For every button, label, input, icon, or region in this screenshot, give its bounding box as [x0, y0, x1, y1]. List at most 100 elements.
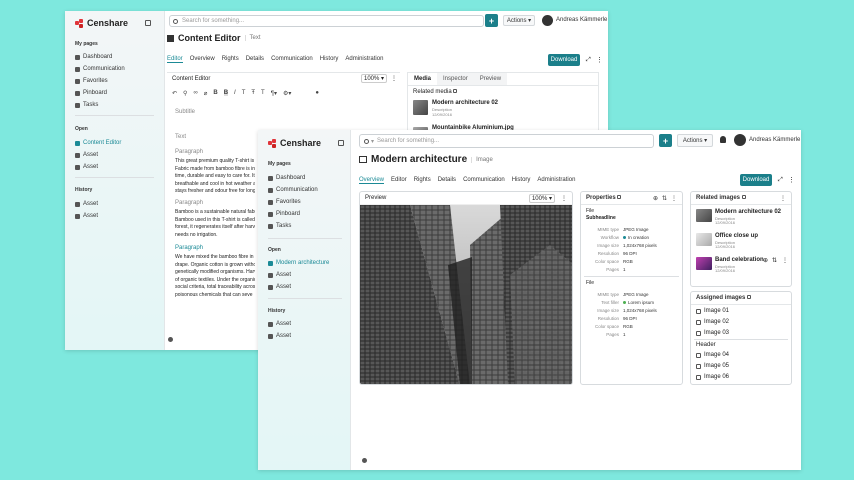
sidebar-open-content-editor[interactable]: Content Editor	[75, 140, 121, 146]
paragraph-text[interactable]: We have mixed the bamboo fibre in t drape…	[175, 254, 255, 299]
sidebar-history-asset-2[interactable]: Asset	[75, 213, 98, 219]
avatar[interactable]	[542, 15, 553, 26]
user-name[interactable]: Andreas Kämmerle	[556, 17, 607, 23]
tab-administration[interactable]: Administration	[345, 56, 383, 63]
paragraph-icon[interactable]: ¶▾	[271, 90, 277, 97]
sidebar-open-asset-1[interactable]: Asset	[75, 152, 98, 158]
more-icon[interactable]: ⋮	[596, 56, 603, 64]
zoom-select[interactable]: 100% ▾	[528, 193, 555, 203]
download-button[interactable]: Download	[548, 54, 580, 66]
sidebar-open-modern-architecture[interactable]: Modern architecture	[268, 260, 329, 266]
bell-icon[interactable]	[720, 136, 726, 143]
list-item[interactable]: Band celebration Description 12/09/2016 …	[696, 257, 790, 275]
tab-history[interactable]: History	[320, 56, 339, 63]
list-item[interactable]: Modern architecture 02 Description 12/09…	[696, 209, 790, 227]
tab-preview[interactable]: Preview	[473, 73, 508, 85]
gear-icon[interactable]: ⚙▾	[283, 90, 291, 97]
unlink-icon[interactable]: ⌀	[204, 90, 208, 97]
sidebar-toggle-icon[interactable]	[145, 20, 151, 26]
related-media-title: Related media	[413, 89, 458, 95]
expand-icon[interactable]: ⤢	[586, 57, 591, 64]
subscript-icon[interactable]: T	[242, 90, 246, 96]
pin-icon[interactable]	[362, 458, 367, 463]
tab-overview[interactable]: Overview	[359, 177, 385, 184]
sidebar-toggle-icon[interactable]	[338, 140, 344, 146]
subtitle-field[interactable]: Subtitle	[175, 109, 195, 115]
superscript-icon[interactable]: T	[261, 90, 265, 96]
tab-rights[interactable]: Rights	[222, 56, 239, 63]
link-icon[interactable]: ⚲	[183, 90, 187, 97]
actions-button[interactable]: Actions ▾	[503, 15, 535, 26]
sidebar-item-pinboard[interactable]: Pinboard	[268, 211, 300, 217]
sidebar-item-dashboard[interactable]: Dashboard	[268, 175, 305, 181]
user-name[interactable]: Andreas Kämmerle	[749, 137, 800, 143]
more-icon[interactable]: ⋮	[782, 257, 788, 264]
sidebar-open-asset-1[interactable]: Asset	[268, 272, 291, 278]
tab-rights[interactable]: Rights	[414, 177, 431, 184]
list-item[interactable]: Image 06	[696, 374, 729, 380]
sidebar-item-favorites[interactable]: Favorites	[75, 78, 108, 84]
tab-communication[interactable]: Communication	[271, 56, 313, 63]
list-item[interactable]: Image 02	[696, 319, 729, 325]
more-icon[interactable]: ⋮	[561, 195, 567, 202]
list-item[interactable]: Image 04	[696, 352, 729, 358]
expand-icon[interactable]: ⤢	[778, 177, 783, 184]
tab-overview[interactable]: Overview	[190, 56, 215, 63]
sidebar-item-pinboard[interactable]: Pinboard	[75, 90, 107, 96]
search-input[interactable]: Search for something...	[169, 15, 484, 27]
tab-media[interactable]: Media	[408, 73, 437, 85]
bold-icon[interactable]: B	[213, 90, 217, 96]
sidebar-open-asset-2[interactable]: Asset	[75, 164, 98, 170]
sidebar-item-communication[interactable]: Communication	[268, 187, 318, 193]
tab-administration[interactable]: Administration	[537, 177, 575, 184]
brand-logo[interactable]: Censhare	[75, 18, 128, 28]
tab-details[interactable]: Details	[438, 177, 456, 184]
link-icon[interactable]: ∞	[193, 90, 197, 96]
preview-image[interactable]	[360, 205, 573, 385]
bold-icon[interactable]: B	[223, 90, 229, 96]
sidebar-item-tasks[interactable]: Tasks	[268, 223, 291, 229]
add-icon[interactable]: ⊕	[653, 195, 658, 202]
sidebar-item-favorites[interactable]: Favorites	[268, 199, 301, 205]
sidebar-item-dashboard[interactable]: Dashboard	[75, 54, 112, 60]
list-item[interactable]: Office close up Description 12/09/2016	[696, 233, 790, 251]
list-item[interactable]: Modern architecture 02 Description 12/09…	[413, 100, 593, 118]
sidebar-item-tasks[interactable]: Tasks	[75, 102, 98, 108]
list-item[interactable]: Image 01	[696, 308, 729, 314]
sidebar-history-asset-1[interactable]: Asset	[268, 321, 291, 327]
ok-icon[interactable]: ●	[315, 90, 319, 96]
paragraph-text[interactable]: Bamboo is a sustainable natural fabr Bamb…	[175, 209, 255, 239]
download-button[interactable]: Download	[740, 174, 772, 186]
sort-icon[interactable]: ⇅	[772, 257, 777, 264]
sidebar-open-asset-2[interactable]: Asset	[268, 284, 291, 290]
strikethrough-icon[interactable]: Ŧ	[251, 90, 255, 96]
add-button[interactable]: +	[485, 14, 498, 27]
list-item[interactable]: Image 05	[696, 363, 729, 369]
add-icon[interactable]: ⊕	[763, 257, 768, 264]
more-icon[interactable]: ⋮	[391, 75, 397, 82]
italic-icon[interactable]: I	[234, 90, 236, 96]
tab-editor[interactable]: Editor	[391, 177, 407, 184]
more-icon[interactable]: ⋮	[788, 176, 795, 184]
tab-inspector[interactable]: Inspector	[437, 73, 474, 85]
sidebar-item-communication[interactable]: Communication	[75, 66, 125, 72]
actions-button[interactable]: Actions ▾	[677, 134, 713, 147]
zoom-select[interactable]: 100% ▾	[361, 74, 387, 83]
list-item[interactable]: Image 03	[696, 330, 729, 336]
search-input[interactable]: ▾ Search for something...	[359, 134, 654, 148]
undo-icon[interactable]: ↶	[172, 90, 177, 97]
tab-communication[interactable]: Communication	[463, 177, 505, 184]
more-icon[interactable]: ⋮	[780, 195, 786, 202]
tab-history[interactable]: History	[512, 177, 531, 184]
tab-editor[interactable]: Editor	[167, 56, 183, 63]
sort-icon[interactable]: ⇅	[662, 195, 667, 202]
sidebar-history-asset-1[interactable]: Asset	[75, 201, 98, 207]
sidebar-history-asset-2[interactable]: Asset	[268, 333, 291, 339]
add-button[interactable]: +	[659, 134, 672, 147]
brand-logo[interactable]: Censhare	[268, 138, 321, 148]
avatar[interactable]	[734, 134, 746, 146]
paragraph-text[interactable]: This great premium quality T-shirt is Fab…	[175, 158, 255, 196]
tab-details[interactable]: Details	[246, 56, 264, 63]
more-icon[interactable]: ⋮	[671, 195, 677, 202]
property-row: Image size 1,024x768 pixels	[581, 306, 681, 314]
